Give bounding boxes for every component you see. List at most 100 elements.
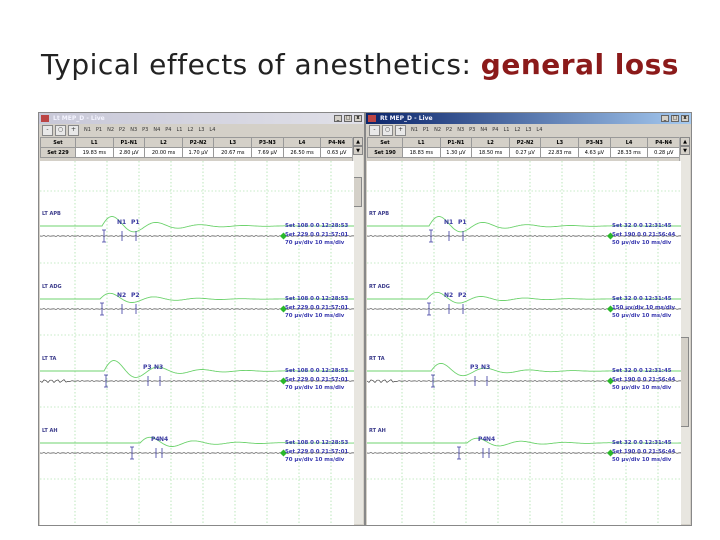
marker-button[interactable]: P3 — [469, 127, 475, 133]
trace-plot — [40, 161, 354, 525]
marker-button[interactable]: P3 — [142, 127, 148, 133]
zoom-icon[interactable]: ○ — [55, 124, 66, 136]
annotation-line: Set 108 0 0 12:28:53 — [285, 223, 349, 229]
annotation-line: 70 µv/div 10 ms/div — [285, 457, 345, 463]
marker-button[interactable]: L3 — [525, 127, 531, 133]
marker-button[interactable]: L4 — [536, 127, 542, 133]
scrollbar-thumb[interactable] — [680, 337, 689, 427]
maximize-button[interactable]: □ — [671, 115, 679, 122]
zoom-out-icon[interactable]: - — [42, 124, 53, 136]
zoom-out-icon[interactable]: - — [369, 124, 380, 136]
annotation-line: 50 µv/div 10 ms/div — [612, 313, 672, 319]
marker-label: P3 — [143, 364, 152, 371]
marker-label: N1 — [444, 219, 454, 226]
marker-button[interactable]: P2 — [446, 127, 452, 133]
marker-button[interactable]: L1 — [177, 127, 183, 133]
window-title: Rt MEP_D - Live — [380, 115, 433, 122]
trace-annotation: Set 108 0 0 12:28:53 Set 229 0 0 21:57:01… — [285, 222, 348, 248]
marker-button[interactable]: N3 — [457, 127, 464, 133]
annotation-line: Set 229 0 0 21:57:01 — [285, 376, 349, 383]
annotation-line: Set 32 0 0 12:31:45 — [612, 223, 672, 229]
measurement-table: Set L1 P1-N1 L2 P2-N2 L3 P3-N3 L4 P4-N4 Set 190 18… — [367, 137, 680, 158]
table-header: L4 — [609, 137, 649, 148]
table-cell: 20.00 ms — [144, 147, 183, 158]
trace-annotation: Set 108 0 0 12:28:53 Set 229 0 0 21:57:01… — [285, 295, 348, 321]
table-header: P3-N3 — [578, 137, 611, 148]
marker-label: P1 — [458, 219, 467, 226]
annotation-line: Set 108 0 0 12:28:53 — [285, 440, 349, 446]
marker-label: N2 — [117, 292, 127, 299]
table-header: L1 — [401, 137, 441, 148]
annotation-line: 50 µv/div 10 ms/div — [612, 457, 672, 463]
marker-button[interactable]: N1 — [411, 127, 418, 133]
marker-button[interactable]: P1 — [96, 127, 102, 133]
marker-button[interactable]: L3 — [198, 127, 204, 133]
table-header: P1-N1 — [112, 137, 146, 148]
close-button[interactable]: x — [354, 115, 362, 122]
table-header: L3 — [213, 137, 253, 148]
window-title-bar[interactable]: Rt MEP_D - Live _ □ x — [366, 113, 691, 124]
marker-button[interactable]: P1 — [423, 127, 429, 133]
maximize-button[interactable]: □ — [344, 115, 352, 122]
marker-label: N1 — [117, 219, 127, 226]
annotation-line: Set 229 0 0 21:57:01 — [285, 304, 349, 311]
zoom-icon[interactable]: ○ — [382, 124, 393, 136]
annotation-line: Set 190 0 0 21:56:44 — [612, 448, 676, 455]
marker-button[interactable]: N4 — [153, 127, 160, 133]
table-cell: 28.33 ms — [609, 147, 649, 158]
scroll-up-icon[interactable]: ▲ — [680, 137, 690, 146]
close-button[interactable]: x — [681, 115, 689, 122]
toolbar: - ○ + N1 P1 N2 P2 N3 P3 N4 P4 L1 L2 L3 L4 — [39, 124, 364, 136]
marker-button[interactable]: N4 — [480, 127, 487, 133]
table-row[interactable]: Set 190 18.83 ms 1.30 µV 18.50 ms 0.27 µV 22.… — [367, 147, 680, 158]
table-cell: 4.63 µV — [578, 147, 611, 158]
trace-annotation: Set 32 0 0 12:31:45 150 µv/div 10 ms/div 5… — [612, 295, 675, 321]
marker-label: P2 — [131, 292, 140, 299]
marker-button[interactable]: N3 — [130, 127, 137, 133]
table-cell: 0.28 µV — [647, 147, 680, 158]
table-header: P4-N4 — [647, 137, 680, 148]
scroll-down-icon[interactable]: ▼ — [353, 146, 363, 155]
annotation-line: Set 32 0 0 12:31:45 — [612, 368, 672, 374]
marker-button[interactable]: L4 — [209, 127, 215, 133]
table-row[interactable]: Set 229 19.83 ms 2.80 µV 20.00 ms 1.70 µV 20.… — [40, 147, 353, 158]
annotation-line: Set 108 0 0 12:28:53 — [285, 296, 349, 302]
table-cell: 0.27 µV — [508, 147, 542, 158]
annotation-line: 70 µv/div 10 ms/div — [285, 313, 345, 319]
table-header: P4-N4 — [320, 137, 353, 148]
zoom-in-icon[interactable]: + — [68, 124, 79, 136]
zoom-in-icon[interactable]: + — [395, 124, 406, 136]
marker-button[interactable]: L2 — [187, 127, 193, 133]
marker-button[interactable]: P4 — [492, 127, 498, 133]
table-cell: 19.83 ms — [74, 147, 114, 158]
scroll-down-icon[interactable]: ▼ — [680, 146, 690, 155]
trace-annotation: Set 32 0 0 12:31:45 Set 190 0 0 21:56:44 5… — [612, 367, 675, 393]
trace-annotation: Set 108 0 0 12:28:53 Set 229 0 0 21:57:01… — [285, 367, 348, 393]
marker-button[interactable]: N2 — [107, 127, 114, 133]
channel-label: RT APB — [369, 211, 390, 217]
channel-label: RT ADG — [369, 284, 390, 290]
table-header: P2-N2 — [181, 137, 215, 148]
slide-title-text: Typical effects of anesthetics: — [41, 48, 472, 81]
minimize-button[interactable]: _ — [661, 115, 669, 122]
table-cell: 18.50 ms — [471, 147, 510, 158]
marker-button[interactable]: N1 — [84, 127, 91, 133]
table-cell: Set 190 — [367, 147, 403, 158]
marker-button[interactable]: P2 — [119, 127, 125, 133]
window-title-bar[interactable]: Lt MEP_D - Live _ □ x — [39, 113, 364, 124]
table-cell: 1.30 µV — [439, 147, 473, 158]
window-title: Lt MEP_D - Live — [53, 115, 105, 122]
scrollbar-thumb[interactable] — [353, 177, 362, 207]
app-icon — [41, 115, 49, 122]
annotation-line: Set 229 0 0 21:57:01 — [285, 448, 349, 455]
marker-button[interactable]: L2 — [514, 127, 520, 133]
minimize-button[interactable]: _ — [334, 115, 342, 122]
table-cell: Set 229 — [40, 147, 76, 158]
marker-button[interactable]: P4 — [165, 127, 171, 133]
marker-button[interactable]: L1 — [504, 127, 510, 133]
marker-button[interactable]: N2 — [434, 127, 441, 133]
table-header: L4 — [282, 137, 322, 148]
table-cell: 20.67 ms — [213, 147, 253, 158]
scroll-up-icon[interactable]: ▲ — [353, 137, 363, 146]
annotation-line: 50 µv/div 10 ms/div — [612, 240, 672, 246]
